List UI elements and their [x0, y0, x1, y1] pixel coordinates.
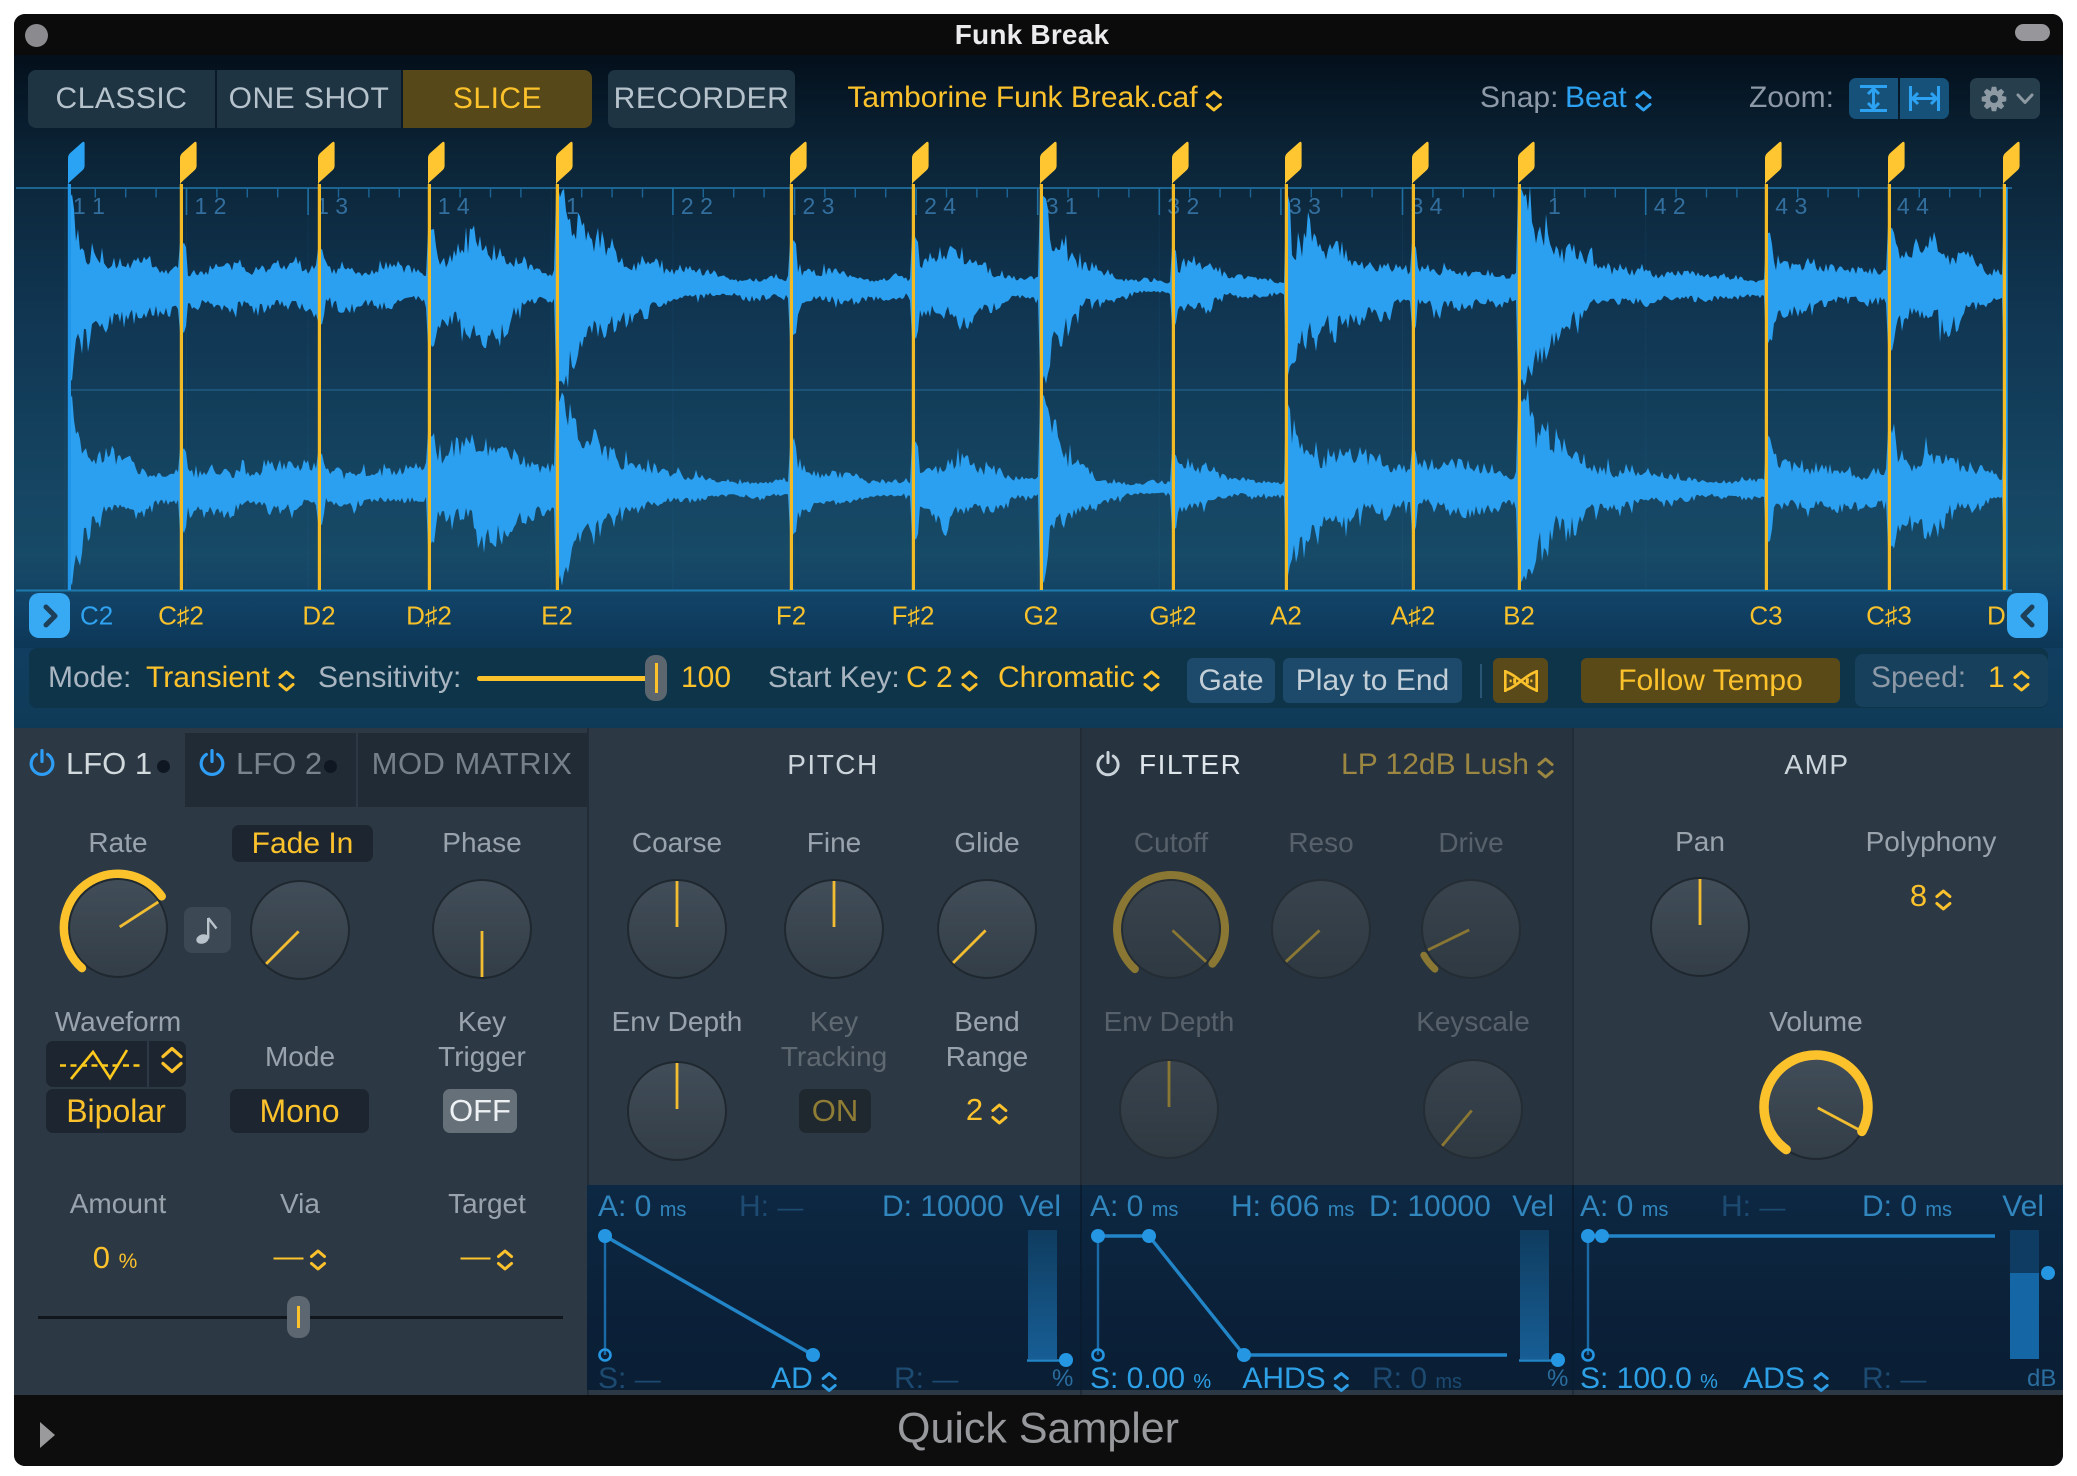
- svg-text:1: 1: [1548, 193, 1561, 219]
- svg-text:2 4: 2 4: [924, 193, 956, 219]
- svg-text:4 2: 4 2: [1654, 193, 1686, 219]
- svg-text:2 2: 2 2: [681, 193, 713, 219]
- svg-text:4 4: 4 4: [1897, 193, 1929, 219]
- svg-text:3 4: 3 4: [1411, 193, 1443, 219]
- svg-text:3 1: 3 1: [1046, 193, 1078, 219]
- svg-text:1: 1: [566, 193, 579, 219]
- svg-text:1 4: 1 4: [438, 193, 470, 219]
- svg-text:3 3: 3 3: [1289, 193, 1321, 219]
- svg-text:4 3: 4 3: [1775, 193, 1807, 219]
- svg-text:1 1: 1 1: [73, 193, 105, 219]
- svg-text:1 2: 1 2: [195, 193, 227, 219]
- svg-text:2 3: 2 3: [803, 193, 835, 219]
